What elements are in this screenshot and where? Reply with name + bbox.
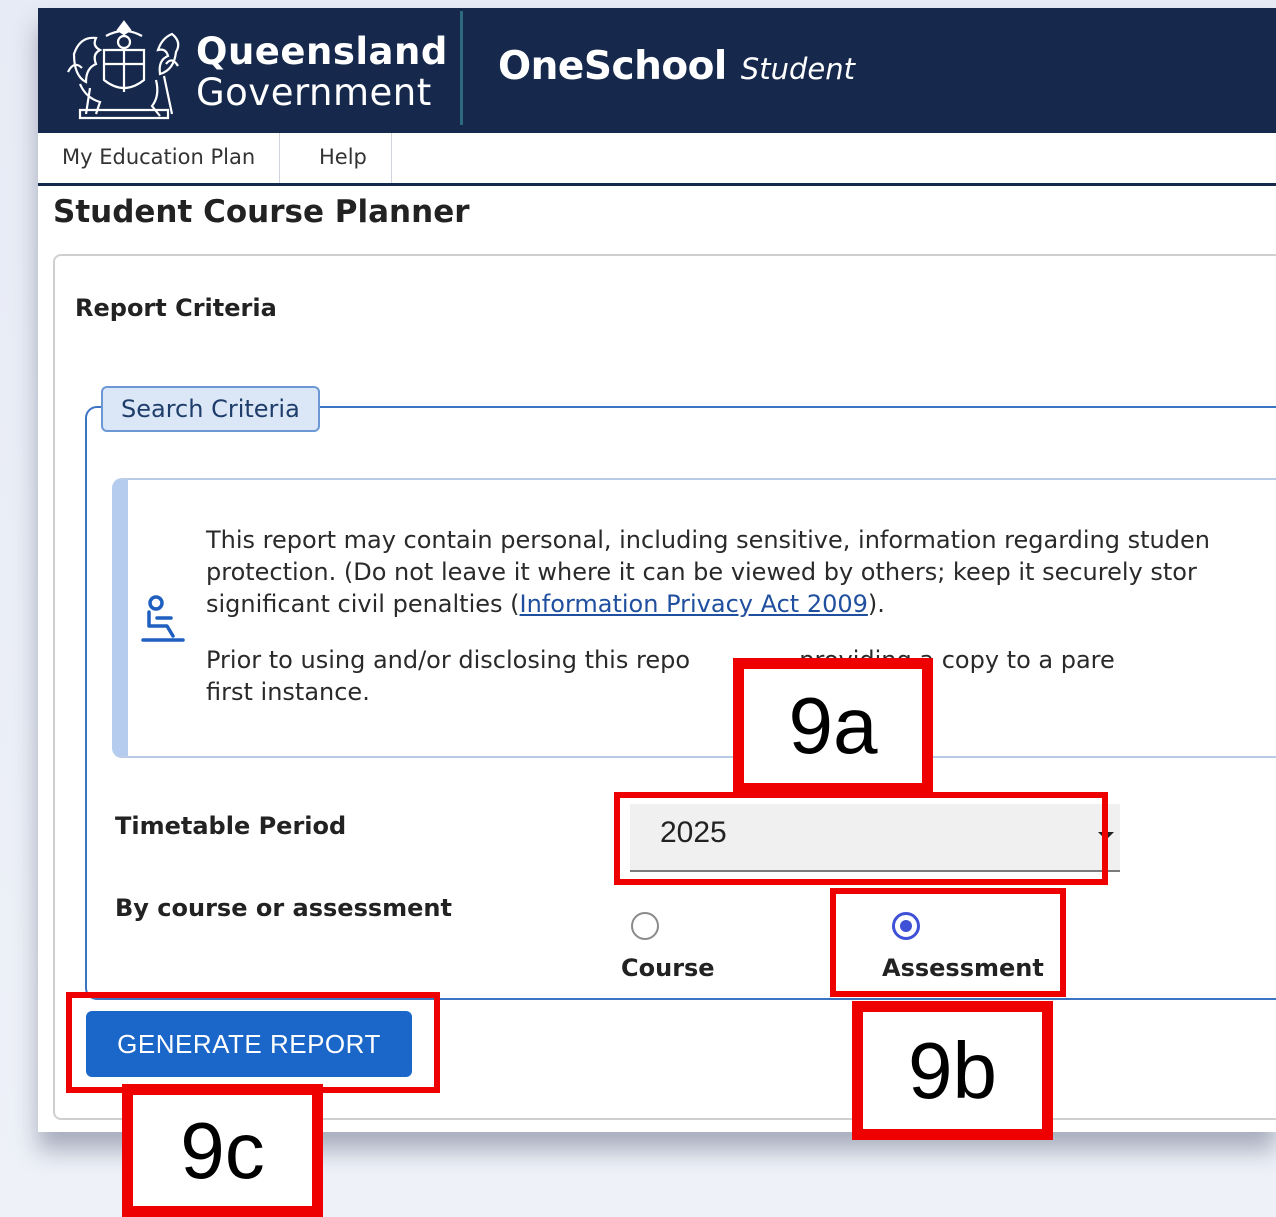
annotation-label-9a: 9a <box>733 658 933 794</box>
notice-line-3-post: ). <box>867 590 885 618</box>
gov-line-1: Queensland <box>196 30 448 73</box>
course-radio-label[interactable]: Course <box>621 954 715 982</box>
privacy-act-link[interactable]: Information Privacy Act 2009 <box>520 590 868 618</box>
page-title: Student Course Planner <box>53 194 470 230</box>
nav-item-my-education-plan[interactable]: My Education Plan <box>38 133 281 183</box>
timetable-period-label: Timetable Period <box>115 812 347 840</box>
privacy-person-icon <box>141 595 185 642</box>
annotation-box-9a <box>614 792 1108 885</box>
app-subtitle: Student <box>740 52 855 86</box>
annotation-box-9b <box>830 888 1066 997</box>
gov-line-2: Government <box>196 71 432 114</box>
privacy-notice: This report may contain personal, includ… <box>112 478 1276 758</box>
notice-line-3-pre: significant civil penalties ( <box>206 590 520 618</box>
notice-para2-line-2: first instance. <box>206 678 370 706</box>
nav-item-help[interactable]: Help <box>295 133 392 183</box>
queensland-crest-icon <box>67 20 180 120</box>
annotation-label-9c: 9c <box>122 1084 323 1217</box>
course-radio[interactable] <box>631 912 659 940</box>
header-divider <box>460 11 463 125</box>
browser-window: Queensland Government OneSchool Student M… <box>38 8 1276 1132</box>
notice-line-1: This report may contain personal, includ… <box>206 526 1210 554</box>
app-title[interactable]: OneSchool Student <box>498 44 855 89</box>
app-name: OneSchool <box>498 44 727 89</box>
annotation-label-9b: 9b <box>852 1001 1053 1140</box>
search-criteria-legend: Search Criteria <box>101 386 320 432</box>
notice-line-2: protection. (Do not leave it where it ca… <box>206 558 1197 586</box>
top-nav: My Education Plan Help <box>38 133 1276 186</box>
government-name: Queensland Government <box>196 32 448 114</box>
panel-heading: Report Criteria <box>75 294 277 322</box>
by-course-or-assessment-label: By course or assessment <box>115 894 452 922</box>
notice-para2-line-1: Prior to using and/or disclosing this re… <box>206 646 691 674</box>
site-header: Queensland Government OneSchool Student <box>38 8 1276 133</box>
report-criteria-panel: Report Criteria Search Criteria This rep… <box>53 254 1276 1120</box>
annotation-box-9c <box>66 992 440 1093</box>
